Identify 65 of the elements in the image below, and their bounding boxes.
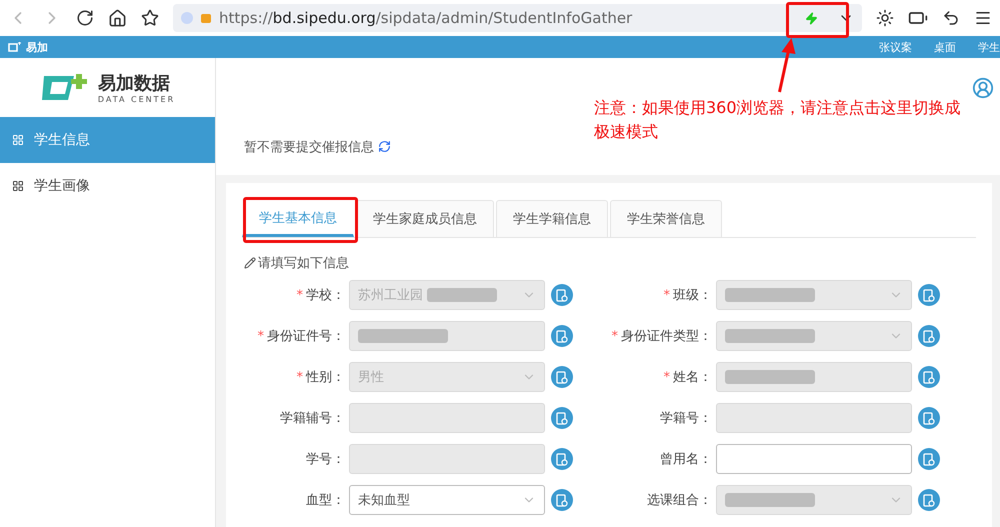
document-icon[interactable] xyxy=(918,448,940,470)
document-icon[interactable] xyxy=(551,407,573,429)
field-label: 身份证件号： xyxy=(267,328,345,345)
brightness-icon[interactable] xyxy=(876,9,894,27)
document-icon[interactable] xyxy=(918,325,940,347)
required-mark: * xyxy=(296,370,303,384)
annotation-text: 注意：如果使用360浏览器，请注意点击这里切换成极速模式 xyxy=(594,97,962,143)
top-link[interactable]: 桌面 xyxy=(934,40,956,54)
tab[interactable]: 学生荣誉信息 xyxy=(610,200,722,237)
reload-icon[interactable] xyxy=(76,9,94,27)
field-label: 学籍号： xyxy=(660,410,712,427)
document-icon[interactable] xyxy=(918,407,940,429)
field-label: 学校： xyxy=(306,287,345,304)
form-hint: 请填写如下信息 xyxy=(258,255,349,272)
grid-icon xyxy=(12,134,24,146)
document-icon[interactable] xyxy=(918,366,940,388)
address-bar[interactable]: https://bd.sipedu.org/sipdata/admin/StudentInfoGather xyxy=(173,4,862,32)
select-field[interactable]: 未知血型 xyxy=(349,485,545,515)
menu-icon[interactable] xyxy=(974,9,992,27)
required-mark: * xyxy=(258,328,264,344)
required-mark: * xyxy=(664,370,670,384)
url-text: https://bd.sipedu.org/sipdata/admin/StudentInfoGather xyxy=(219,9,634,27)
top-link[interactable]: 学生 xyxy=(978,40,1000,54)
highlight-frame xyxy=(786,2,849,38)
field-label: 选课组合： xyxy=(647,492,712,509)
field-label: 血型： xyxy=(306,492,345,509)
document-icon[interactable] xyxy=(551,325,573,347)
field-label: 身份证件类型： xyxy=(621,328,712,345)
home-icon[interactable] xyxy=(108,8,127,28)
input-field[interactable] xyxy=(716,444,912,474)
logo-subtitle: DATA CENTER xyxy=(98,95,176,104)
top-link[interactable]: 张议案 xyxy=(879,40,912,54)
document-icon[interactable] xyxy=(918,489,940,511)
pencil-icon xyxy=(244,257,256,269)
notice-text: 暂不需要提交催报信息 xyxy=(244,138,374,156)
field-label: 姓名： xyxy=(673,369,712,386)
sidebar-item[interactable]: 学生信息 xyxy=(0,117,215,163)
field-label: 学籍辅号： xyxy=(280,410,345,427)
document-icon[interactable] xyxy=(918,284,940,306)
brand-name: 易加 xyxy=(26,40,48,54)
field-label: 性别： xyxy=(306,369,345,386)
required-mark: * xyxy=(664,288,670,302)
star-icon[interactable] xyxy=(141,9,159,27)
tab[interactable]: 学生学籍信息 xyxy=(496,200,608,237)
tab[interactable]: 学生家庭成员信息 xyxy=(356,200,494,237)
site-icon xyxy=(181,12,193,24)
avatar-icon[interactable] xyxy=(972,77,994,99)
logo-title: 易加数据 xyxy=(98,72,171,95)
grid-icon xyxy=(12,180,24,192)
undo-icon[interactable] xyxy=(942,9,960,27)
lightning-icon[interactable] xyxy=(805,12,818,24)
field-label: 学号： xyxy=(306,451,345,468)
refresh-icon[interactable] xyxy=(378,140,391,153)
warning-icon xyxy=(201,14,211,22)
document-icon[interactable] xyxy=(551,448,573,470)
document-icon[interactable] xyxy=(551,284,573,306)
logo-icon xyxy=(8,42,22,52)
document-icon[interactable] xyxy=(551,489,573,511)
field-label: 曾用名： xyxy=(660,451,712,468)
required-mark: * xyxy=(296,288,303,302)
field-label: 班级： xyxy=(673,287,712,304)
sidebar-item[interactable]: 学生画像 xyxy=(0,163,215,209)
document-icon[interactable] xyxy=(551,366,573,388)
required-mark: * xyxy=(612,328,618,344)
arrow xyxy=(778,38,796,94)
